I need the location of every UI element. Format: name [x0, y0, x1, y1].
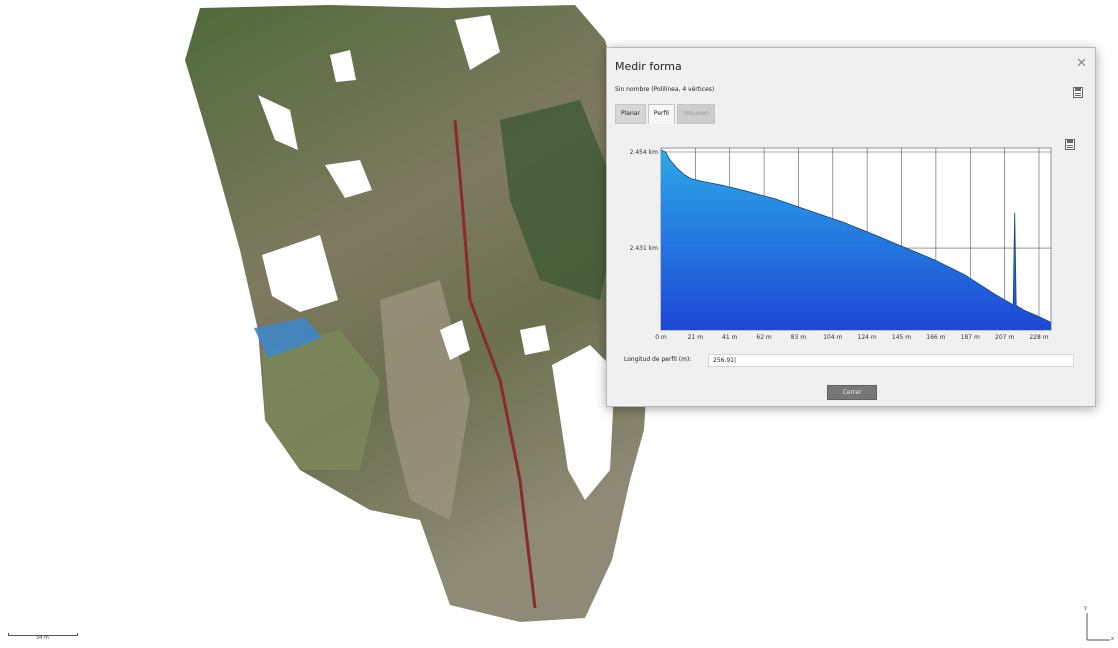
profile-length-label: Longitud de perfil (m):	[624, 356, 692, 363]
elevation-profile-chart[interactable]: 2.454 km 2.431 km 0 m 21 m 41 m 62 m 83 m 104 …	[615, 138, 1055, 348]
shape-description: Sin nombre (Polilínea, 4 vértices)	[615, 86, 715, 93]
measure-shape-dialog: Medir forma ✕ Sin nombre (Polilínea, 4 v…	[606, 47, 1096, 407]
x-tick-label: 83 m	[791, 334, 807, 341]
tab-perfil[interactable]: Perfil	[647, 104, 675, 124]
y-tick-label: 2.431 km	[630, 245, 659, 252]
x-tick-label: 21 m	[688, 334, 704, 341]
dialog-title: Medir forma	[615, 60, 682, 73]
export-chart-icon[interactable]	[1065, 135, 1075, 150]
scale-bar-label: 34 m	[36, 635, 49, 641]
x-tick-label: 228 m	[1029, 334, 1048, 341]
scale-bar: 34 m	[8, 631, 78, 641]
y-tick-label: 2.454 km	[630, 149, 659, 156]
x-tick-label: 124 m	[858, 334, 877, 341]
x-tick-label: 166 m	[926, 334, 945, 341]
axis-y-label: y	[1084, 605, 1087, 611]
profile-length-row: Longitud de perfil (m): 256.91|	[624, 354, 1084, 367]
axis-x-label: x	[1111, 636, 1114, 642]
x-tick-label: 104 m	[823, 334, 842, 341]
profile-length-field[interactable]: 256.91|	[708, 354, 1074, 367]
x-tick-label: 41 m	[722, 334, 738, 341]
x-tick-label: 0 m	[655, 334, 667, 341]
y-axis-ticks: 2.454 km 2.431 km	[630, 149, 659, 252]
x-tick-label: 145 m	[892, 334, 911, 341]
close-button[interactable]: Cerrar	[827, 385, 877, 400]
axes-gizmo: y x	[1082, 604, 1116, 644]
save-icon[interactable]	[1073, 83, 1083, 98]
tab-volumen: Volumen	[676, 104, 716, 124]
tab-bar: Planar Perfil Volumen	[615, 104, 716, 124]
hole-7	[520, 325, 550, 355]
x-tick-label: 187 m	[961, 334, 980, 341]
x-axis-ticks: 0 m 21 m 41 m 62 m 83 m 104 m 124 m 145 m 166 m 1…	[655, 334, 1049, 341]
tab-planar[interactable]: Planar	[615, 104, 646, 124]
x-tick-label: 62 m	[756, 334, 772, 341]
x-tick-label: 207 m	[995, 334, 1014, 341]
close-icon[interactable]: ✕	[1076, 56, 1087, 71]
